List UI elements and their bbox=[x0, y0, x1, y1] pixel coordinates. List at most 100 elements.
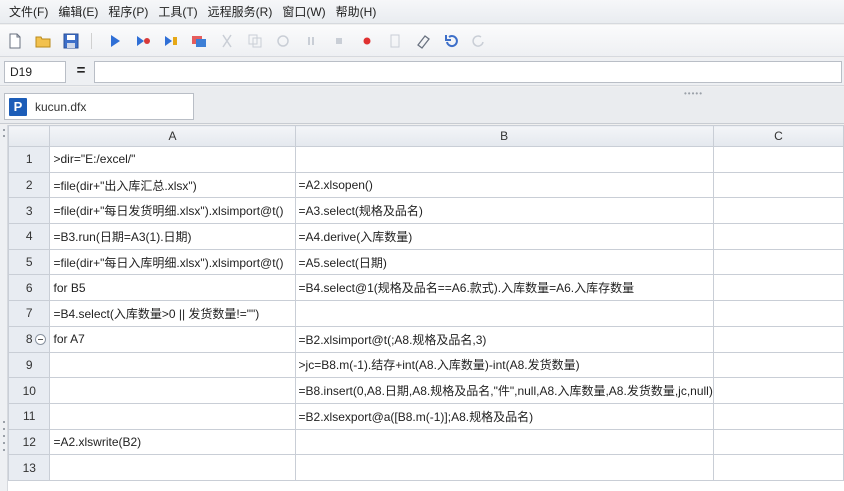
cell-b13[interactable] bbox=[294, 454, 714, 481]
splitter-grip-icon[interactable]: ••••• bbox=[684, 90, 714, 98]
cell-a8[interactable]: for A7 bbox=[49, 325, 296, 353]
menu-tools[interactable]: 工具(T) bbox=[153, 0, 202, 24]
row-number: 12 bbox=[22, 434, 36, 449]
row-header[interactable]: 1 bbox=[7, 146, 51, 173]
cell-b4[interactable]: =A4.derive(入库数量) bbox=[294, 223, 714, 250]
cell-c7[interactable] bbox=[712, 300, 844, 327]
equals-button[interactable]: = bbox=[70, 61, 92, 83]
paste-icon[interactable] bbox=[274, 32, 292, 50]
table-row: 2 =file(dir+"出入库汇总.xlsx") =A2.xlsopen() bbox=[7, 171, 844, 199]
cell-b9[interactable]: >jc=B8.m(-1).结存+int(A8.入库数量)-int(A8.发货数量… bbox=[294, 351, 714, 379]
cell-b3[interactable]: =A3.select(规格及品名) bbox=[294, 197, 714, 225]
cell-b5[interactable]: =A5.select(日期) bbox=[294, 248, 714, 276]
program-file-icon: P bbox=[9, 97, 27, 116]
cell-a3[interactable]: =file(dir+"每日发货明细.xlsx").xlsimport@t() bbox=[49, 197, 296, 225]
column-header-b[interactable]: B bbox=[294, 125, 714, 147]
menu-help[interactable]: 帮助(H) bbox=[331, 0, 382, 24]
row-header[interactable]: 2 bbox=[7, 171, 51, 199]
cell-c9[interactable] bbox=[712, 351, 844, 379]
row-header[interactable]: 11 bbox=[7, 402, 51, 430]
redo-icon[interactable] bbox=[470, 32, 488, 50]
row-header[interactable]: 5 bbox=[7, 248, 51, 276]
row-header[interactable]: 8 bbox=[7, 325, 51, 353]
pause-icon[interactable] bbox=[302, 32, 320, 50]
formula-input[interactable] bbox=[94, 61, 842, 83]
cell-c10[interactable] bbox=[712, 377, 844, 404]
cell-c1[interactable] bbox=[712, 146, 844, 173]
cell-a11[interactable] bbox=[49, 402, 296, 430]
cell-a1[interactable]: >dir="E:/excel/" bbox=[49, 146, 296, 173]
cell-b1[interactable] bbox=[294, 146, 714, 173]
cell-b2[interactable]: =A2.xlsopen() bbox=[294, 171, 714, 199]
cut-icon[interactable] bbox=[218, 32, 236, 50]
row-number: 4 bbox=[25, 229, 33, 244]
row-header[interactable]: 9 bbox=[7, 351, 51, 379]
left-gutter[interactable] bbox=[0, 125, 8, 491]
menu-program[interactable]: 程序(P) bbox=[103, 0, 153, 24]
cell-b10[interactable]: =B8.insert(0,A8.日期,A8.规格及品名,"件",null,A8.… bbox=[294, 377, 714, 404]
menu-file[interactable]: 文件(F) bbox=[4, 0, 53, 24]
cell-a2[interactable]: =file(dir+"出入库汇总.xlsx") bbox=[49, 171, 296, 199]
cell-b7[interactable] bbox=[294, 300, 714, 327]
step-icon[interactable] bbox=[162, 32, 180, 50]
table-row: 3 =file(dir+"每日发货明细.xlsx").xlsimport@t() =… bbox=[7, 197, 844, 225]
cell-c11[interactable] bbox=[712, 402, 844, 430]
cell-c13[interactable] bbox=[712, 454, 844, 481]
row-number: 8 bbox=[25, 332, 33, 347]
cell-c8[interactable] bbox=[712, 325, 844, 353]
eraser-icon[interactable] bbox=[414, 32, 432, 50]
cell-c3[interactable] bbox=[712, 197, 844, 225]
cell-b8[interactable]: =B2.xlsimport@t(;A8.规格及品名,3) bbox=[294, 325, 714, 353]
cell-grid: A B C 1 >dir="E:/excel/" 2 =file(dir+"出入库汇总… bbox=[0, 125, 844, 491]
cell-a7[interactable]: =B4.select(入库数量>0 || 发货数量!="") bbox=[49, 300, 296, 327]
toolbar bbox=[0, 25, 844, 57]
row-number: 10 bbox=[22, 383, 36, 398]
cell-c12[interactable] bbox=[712, 428, 844, 456]
row-header[interactable]: 12 bbox=[7, 428, 51, 456]
row-header[interactable]: 6 bbox=[7, 274, 51, 302]
row-header[interactable]: 10 bbox=[7, 377, 51, 404]
cell-a10[interactable] bbox=[49, 377, 296, 404]
cell-b12[interactable] bbox=[294, 428, 714, 456]
undo-icon[interactable] bbox=[442, 32, 460, 50]
row-number: 9 bbox=[25, 357, 33, 372]
row-number: 2 bbox=[25, 178, 33, 193]
stop-icon[interactable] bbox=[330, 32, 348, 50]
copy-icon[interactable] bbox=[246, 32, 264, 50]
cell-a9[interactable] bbox=[49, 351, 296, 379]
row-header[interactable]: 3 bbox=[7, 197, 51, 225]
debug-icon[interactable] bbox=[134, 32, 152, 50]
cell-reference-box[interactable]: D19 bbox=[4, 61, 66, 83]
save-icon[interactable] bbox=[62, 32, 80, 50]
row-header[interactable]: 13 bbox=[7, 454, 51, 481]
cell-c2[interactable] bbox=[712, 171, 844, 199]
cell-c6[interactable] bbox=[712, 274, 844, 302]
run-icon[interactable] bbox=[106, 32, 124, 50]
collapse-icon[interactable] bbox=[35, 333, 47, 345]
cell-a6[interactable]: for B5 bbox=[49, 274, 296, 302]
cell-b6[interactable]: =B4.select@1(规格及品名==A6.款式).入库数量=A6.入库存数量 bbox=[294, 274, 714, 302]
cell-b11[interactable]: =B2.xlsexport@a([B8.m(-1)];A8.规格及品名) bbox=[294, 402, 714, 430]
table-row: 8 for A7 =B2.xlsimport@t(;A8.规格及品名,3) bbox=[7, 325, 844, 353]
table-row: 9 >jc=B8.m(-1).结存+int(A8.入库数量)-int(A8.发货数… bbox=[7, 351, 844, 379]
row-header[interactable]: 4 bbox=[7, 223, 51, 250]
new-file-icon[interactable] bbox=[6, 32, 24, 50]
corner-cell[interactable] bbox=[7, 125, 51, 147]
menu-remote-service[interactable]: 远程服务(R) bbox=[203, 0, 278, 24]
row-header[interactable]: 7 bbox=[7, 300, 51, 327]
breakpoint-icon[interactable] bbox=[358, 32, 376, 50]
menu-edit[interactable]: 编辑(E) bbox=[53, 0, 103, 24]
cell-c4[interactable] bbox=[712, 223, 844, 250]
open-folder-icon[interactable] bbox=[34, 32, 52, 50]
column-header-c[interactable]: C bbox=[712, 125, 844, 147]
cell-a12[interactable]: =A2.xlswrite(B2) bbox=[49, 428, 296, 456]
cell-c5[interactable] bbox=[712, 248, 844, 276]
column-header-a[interactable]: A bbox=[49, 125, 296, 147]
menu-window[interactable]: 窗口(W) bbox=[277, 0, 330, 24]
cell-a13[interactable] bbox=[49, 454, 296, 481]
file-tab-kucun[interactable]: P kucun.dfx bbox=[4, 93, 194, 120]
calc-icon[interactable] bbox=[190, 32, 208, 50]
cell-a4[interactable]: =B3.run(日期=A3(1).日期) bbox=[49, 223, 296, 250]
clear-icon[interactable] bbox=[386, 32, 404, 50]
cell-a5[interactable]: =file(dir+"每日入库明细.xlsx").xlsimport@t() bbox=[49, 248, 296, 276]
